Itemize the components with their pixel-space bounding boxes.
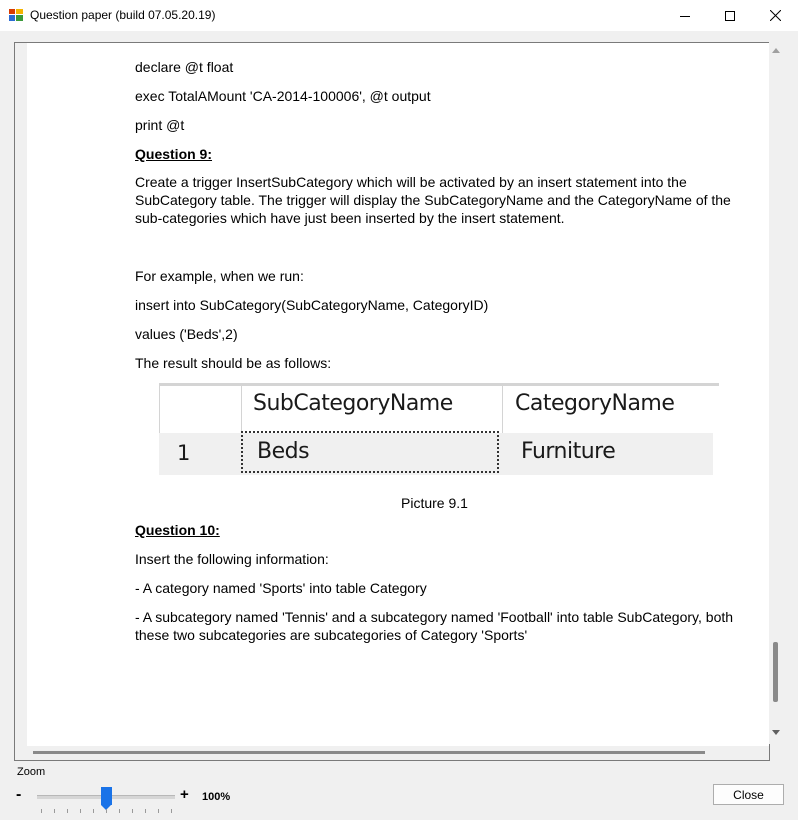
code-values: values ('Beds',2): [135, 326, 238, 342]
table-left-border: [159, 386, 160, 433]
code-declare: declare @t float: [135, 59, 234, 75]
maximize-button[interactable]: [707, 0, 753, 31]
slider-tick: [145, 809, 146, 813]
zoom-slider-ticks: [41, 809, 175, 813]
cell-category: Furniture: [521, 439, 616, 464]
zoom-slider-thumb[interactable]: [101, 787, 112, 810]
code-print: print @t: [135, 117, 185, 133]
slider-tick: [158, 809, 159, 813]
zoom-out-button[interactable]: -: [16, 786, 21, 804]
header-categoryname: CategoryName: [515, 391, 675, 416]
picture-caption: Picture 9.1: [401, 495, 468, 511]
slider-tick: [119, 809, 120, 813]
close-button[interactable]: Close: [713, 784, 784, 805]
maximize-icon: [725, 10, 735, 21]
slider-tick: [41, 809, 42, 813]
close-window-button[interactable]: [752, 0, 798, 31]
example-intro: For example, when we run:: [135, 268, 304, 284]
slider-tick: [106, 809, 107, 813]
header-subcategoryname: SubCategoryName: [253, 391, 453, 416]
question-9-heading: Question 9:: [135, 146, 213, 162]
close-icon: [769, 10, 781, 21]
minimize-button[interactable]: [662, 0, 708, 31]
scroll-down-arrow-icon[interactable]: [772, 730, 780, 735]
vertical-scrollbar[interactable]: [769, 42, 783, 744]
page-margin: [15, 43, 27, 746]
slider-tick: [93, 809, 94, 813]
slider-tick: [171, 809, 172, 813]
question-paper-window: Question paper (build 07.05.20.19) decla…: [0, 0, 798, 820]
document-page: declare @t float exec TotalAMount 'CA-20…: [27, 43, 769, 746]
horizontal-scroll-thumb[interactable]: [33, 751, 705, 754]
question-10-heading: Question 10:: [135, 522, 220, 538]
result-intro: The result should be as follows:: [135, 355, 332, 371]
cell-subcategory: Beds: [257, 439, 310, 464]
slider-tick: [132, 809, 133, 813]
minimize-icon: [680, 15, 690, 17]
scroll-up-arrow-icon[interactable]: [772, 48, 780, 53]
horizontal-scrollbar[interactable]: [15, 746, 769, 760]
slider-tick: [67, 809, 68, 813]
title-bar[interactable]: Question paper (build 07.05.20.19): [0, 0, 798, 31]
question-9-text: Create a trigger InsertSubCategory which…: [135, 174, 731, 226]
result-table-image: SubCategoryName CategoryName 1 Beds Furn…: [159, 383, 719, 481]
slider-tick: [80, 809, 81, 813]
table-top-border: [159, 383, 719, 386]
code-exec: exec TotalAMount 'CA-2014-100006', @t ou…: [135, 88, 431, 104]
column-divider: [502, 386, 503, 433]
zoom-value: 100%: [202, 791, 231, 803]
zoom-in-button[interactable]: +: [180, 786, 189, 803]
question-10-item-1: - A category named 'Sports' into table C…: [135, 580, 427, 596]
question-10-intro: Insert the following information:: [135, 551, 329, 567]
app-icon: [9, 9, 23, 21]
zoom-label: Zoom: [17, 766, 46, 778]
slider-tick: [54, 809, 55, 813]
code-insert: insert into SubCategory(SubCategoryName,…: [135, 297, 489, 313]
vertical-scroll-thumb[interactable]: [773, 642, 778, 702]
row-number: 1: [177, 441, 191, 465]
document-viewer[interactable]: declare @t float exec TotalAMount 'CA-20…: [14, 42, 770, 761]
column-divider: [241, 386, 242, 433]
question-10-item-2: - A subcategory named 'Tennis' and a sub…: [135, 609, 734, 643]
window-title: Question paper (build 07.05.20.19): [30, 8, 216, 22]
